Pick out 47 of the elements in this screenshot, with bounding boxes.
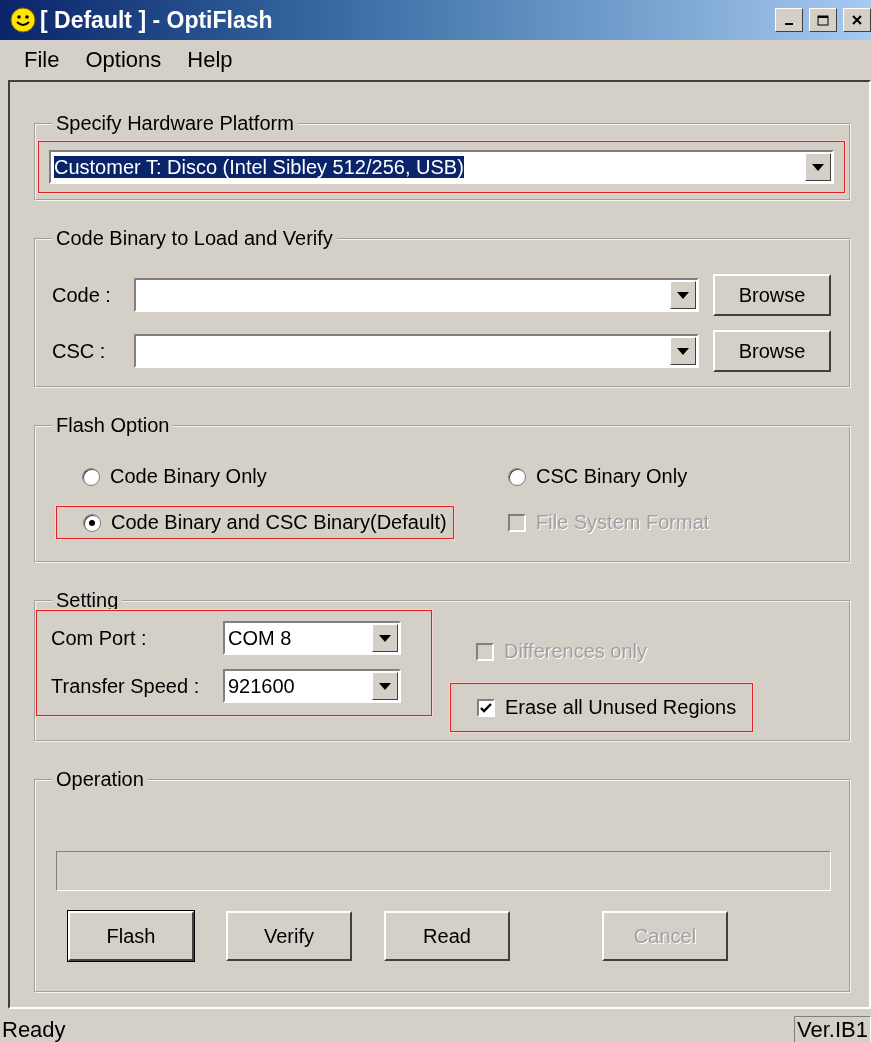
option-label: CSC Binary Only: [536, 465, 688, 488]
close-icon: [852, 15, 862, 25]
dropdown-arrow-icon: [677, 291, 689, 299]
group-title: Setting: [55, 589, 120, 612]
minimize-button[interactable]: [775, 8, 803, 32]
dropdown-arrow-icon: [379, 634, 391, 642]
dropdown-arrow-icon: [812, 163, 824, 171]
action-button[interactable]: Read: [384, 911, 510, 961]
maximize-button[interactable]: [809, 8, 837, 32]
group-title: Operation: [55, 768, 145, 791]
file-path-dropdown[interactable]: [134, 278, 699, 312]
group-title: Flash Option: [55, 414, 171, 437]
checkbox-label: Erase all Unused Regions: [505, 696, 737, 719]
dropdown-value: COM 8: [228, 626, 293, 650]
field-label: Code :: [52, 283, 112, 307]
window-title: [ Default ] - OptiFlash: [40, 6, 273, 34]
dropdown-value: 921600: [228, 674, 296, 698]
smiley-icon: [10, 7, 36, 33]
dropdown-arrow-icon: [379, 682, 391, 690]
menu-item[interactable]: Help: [187, 47, 233, 73]
radio-button[interactable]: [508, 467, 526, 486]
menu-item[interactable]: File: [24, 47, 60, 73]
checkbox[interactable]: [477, 698, 495, 717]
status-text: Ready: [2, 1017, 66, 1042]
radio-button[interactable]: [82, 467, 100, 486]
menu-item[interactable]: Options: [85, 47, 162, 73]
option-label: Code Binary and CSC Binary(Default): [111, 511, 447, 534]
browse-button[interactable]: Browse: [713, 330, 831, 372]
dropdown-arrow-icon: [677, 347, 689, 355]
group-title: Code Binary to Load and Verify: [55, 227, 334, 250]
option-label: Code Binary Only: [110, 465, 267, 488]
settings-dropdown[interactable]: COM 8: [223, 621, 401, 655]
action-button[interactable]: Flash: [68, 911, 194, 961]
platform-dropdown[interactable]: Customer T: Disco (Intel Sibley 512/256, USB): [49, 150, 834, 184]
maximize-icon: [817, 14, 829, 26]
settings-dropdown[interactable]: 921600: [223, 669, 401, 703]
field-label: Com Port :: [51, 626, 148, 650]
version-label: Ver.IB1: [794, 1016, 871, 1042]
close-button[interactable]: [843, 8, 871, 32]
group-title: Specify Hardware Platform: [55, 112, 295, 135]
field-label: CSC :: [52, 339, 107, 363]
file-path-dropdown[interactable]: [134, 334, 699, 368]
minimize-icon: [785, 23, 793, 25]
browse-button[interactable]: Browse: [713, 274, 831, 316]
platform-value: Customer T: Disco (Intel Sibley 512/256, USB): [54, 155, 464, 178]
field-label: Transfer Speed :: [51, 674, 201, 698]
action-button[interactable]: Verify: [226, 911, 352, 961]
